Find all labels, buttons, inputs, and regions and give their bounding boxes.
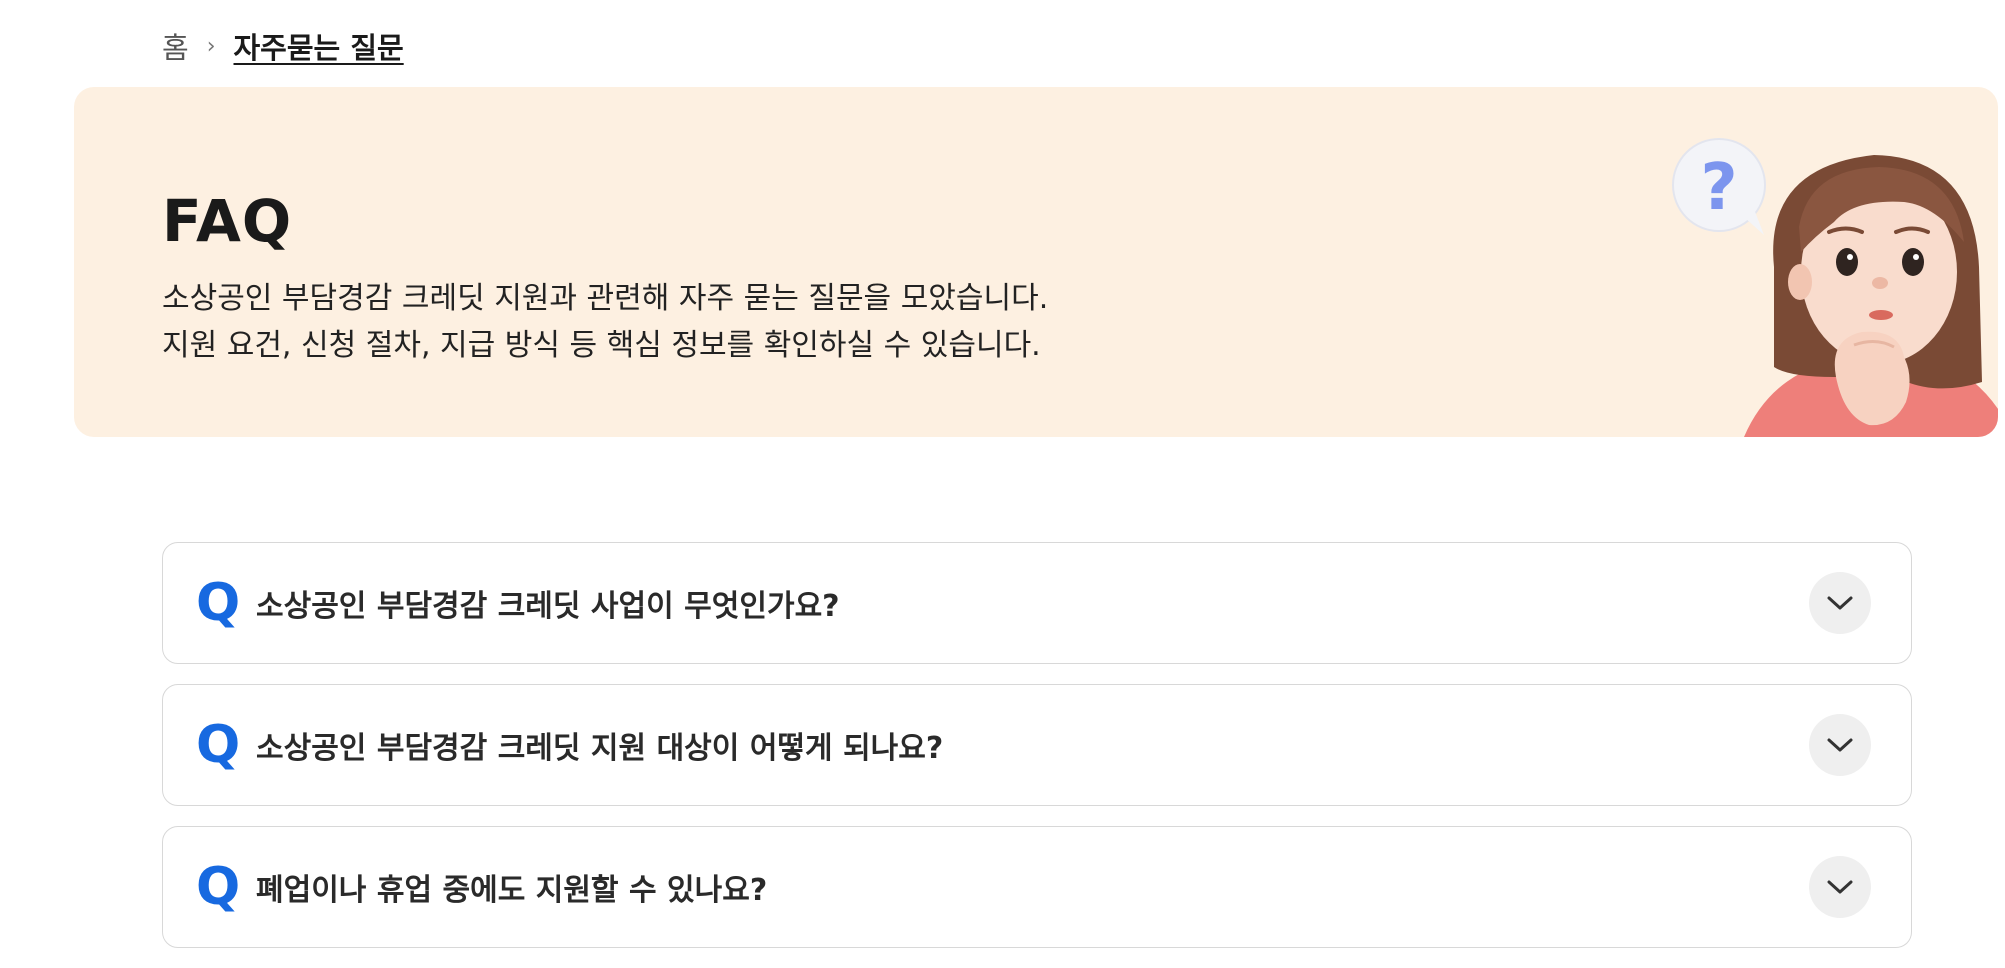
faq-item[interactable]: Q 소상공인 부담경감 크레딧 사업이 무엇인가요? [162, 542, 1912, 664]
faq-question: 폐업이나 휴업 중에도 지원할 수 있나요? [256, 873, 768, 908]
faq-item[interactable]: Q 소상공인 부담경감 크레딧 지원 대상이 어떻게 되나요? [162, 684, 1912, 806]
faq-q-marker: Q [196, 857, 241, 917]
faq-list: Q 소상공인 부담경감 크레딧 사업이 무엇인가요? Q 소상공인 부담경감 크… [162, 542, 1912, 968]
svg-text:?: ? [1700, 151, 1737, 225]
chevron-down-icon [1827, 738, 1853, 752]
faq-expand-button[interactable] [1809, 856, 1871, 918]
question-bubble-icon: ? [1672, 138, 1766, 235]
breadcrumb-home-link[interactable]: 홈 [162, 25, 189, 67]
chevron-right-icon: › [206, 33, 216, 59]
faq-item[interactable]: Q 폐업이나 휴업 중에도 지원할 수 있나요? [162, 826, 1912, 948]
hero-description: 소상공인 부담경감 크레딧 지원과 관련해 자주 묻는 질문을 모았습니다. 지… [162, 275, 1048, 369]
faq-expand-button[interactable] [1809, 572, 1871, 634]
breadcrumb: 홈 › 자주묻는 질문 [162, 26, 404, 66]
hero-description-line-2: 지원 요건, 신청 절차, 지급 방식 등 핵심 정보를 확인하실 수 있습니다… [162, 328, 1041, 363]
faq-hero-banner: FAQ 소상공인 부담경감 크레딧 지원과 관련해 자주 묻는 질문을 모았습니… [74, 87, 1998, 437]
faq-q-marker: Q [196, 715, 241, 775]
faq-expand-button[interactable] [1809, 714, 1871, 776]
page-title: FAQ [162, 187, 293, 255]
faq-question: 소상공인 부담경감 크레딧 지원 대상이 어떻게 되나요? [256, 731, 944, 766]
faq-question: 소상공인 부담경감 크레딧 사업이 무엇인가요? [256, 589, 840, 624]
chevron-down-icon [1827, 596, 1853, 610]
hero-description-line-1: 소상공인 부담경감 크레딧 지원과 관련해 자주 묻는 질문을 모았습니다. [162, 281, 1049, 316]
thinking-woman-illustration: ? [1672, 138, 1998, 437]
faq-q-marker: Q [196, 573, 241, 633]
breadcrumb-current-link[interactable]: 자주묻는 질문 [234, 25, 404, 67]
chevron-down-icon [1827, 880, 1853, 894]
